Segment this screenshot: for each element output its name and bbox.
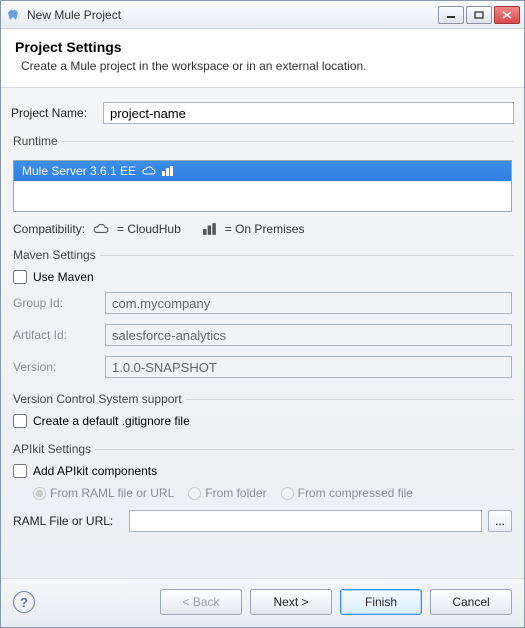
cloud-icon [93, 223, 109, 235]
radio-zip-input [281, 487, 294, 500]
add-apikit-checkbox[interactable] [13, 464, 27, 478]
gitignore-label: Create a default .gitignore file [33, 414, 190, 428]
maximize-button[interactable] [466, 6, 492, 24]
artifact-id-label: Artifact Id: [13, 328, 105, 342]
onprem-icon [203, 223, 217, 235]
radio-raml: From RAML file or URL [33, 486, 174, 500]
minimize-button[interactable] [438, 6, 464, 24]
artifact-id-input [105, 324, 512, 346]
cloud-icon [142, 166, 156, 176]
help-icon: ? [20, 595, 28, 610]
help-button[interactable]: ? [13, 591, 35, 613]
runtime-item-label: Mule Server 3.6.1 EE [22, 164, 136, 178]
project-name-label: Project Name: [11, 106, 103, 120]
close-button[interactable] [494, 6, 520, 24]
onprem-label: = On Premises [225, 222, 305, 236]
app-icon [5, 7, 21, 23]
radio-folder: From folder [188, 486, 266, 500]
compat-label: Compatibility: [13, 222, 85, 236]
project-name-input[interactable] [103, 102, 514, 124]
version-label: Version: [13, 360, 105, 374]
radio-folder-input [188, 487, 201, 500]
version-input [105, 356, 512, 378]
gitignore-checkbox[interactable] [13, 414, 27, 428]
runtime-group: Runtime Mule Server 3.6.1 EE Compatibili… [11, 134, 514, 236]
apikit-legend: APIkit Settings [13, 442, 95, 456]
vcs-legend: Version Control System support [13, 392, 186, 406]
back-button: < Back [160, 589, 242, 615]
apikit-group: APIkit Settings Add APIkit components Fr… [11, 442, 514, 532]
use-maven-checkbox[interactable] [13, 270, 27, 284]
runtime-item-selected[interactable]: Mule Server 3.6.1 EE [14, 161, 511, 181]
titlebar: New Mule Project [1, 1, 524, 29]
radio-zip: From compressed file [281, 486, 413, 500]
radio-raml-input [33, 487, 46, 500]
runtime-list[interactable]: Mule Server 3.6.1 EE [13, 160, 512, 212]
group-id-label: Group Id: [13, 296, 105, 310]
vcs-group: Version Control System support Create a … [11, 392, 514, 430]
cancel-button[interactable]: Cancel [430, 589, 512, 615]
raml-label: RAML File or URL: [13, 514, 123, 528]
window-title: New Mule Project [27, 8, 121, 22]
onprem-icon [162, 166, 174, 176]
maven-legend: Maven Settings [13, 248, 100, 262]
page-subtitle: Create a Mule project in the workspace o… [15, 59, 510, 73]
raml-input[interactable] [129, 510, 482, 532]
cloudhub-label: = CloudHub [117, 222, 181, 236]
runtime-legend: Runtime [13, 134, 62, 148]
use-maven-label: Use Maven [33, 270, 94, 284]
browse-button[interactable]: ... [488, 510, 512, 532]
add-apikit-label: Add APIkit components [33, 464, 157, 478]
finish-button[interactable]: Finish [340, 589, 422, 615]
next-button[interactable]: Next > [250, 589, 332, 615]
maven-group: Maven Settings Use Maven Group Id: Artif… [11, 248, 514, 380]
page-title: Project Settings [15, 39, 510, 55]
wizard-header: Project Settings Create a Mule project i… [1, 29, 524, 88]
group-id-input [105, 292, 512, 314]
